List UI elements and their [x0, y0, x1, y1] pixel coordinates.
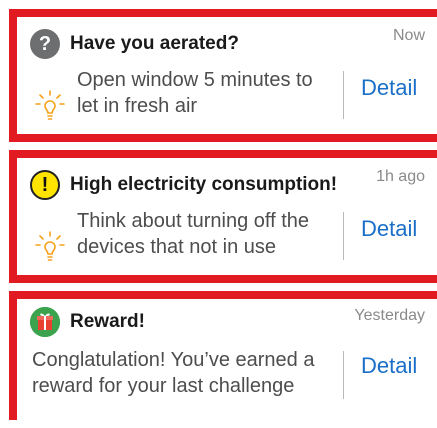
notification-card-aerate: ? Have you aerated? Now Open window 5 mi… — [9, 9, 437, 142]
notification-message: Open window 5 minutes to let in fresh ai… — [77, 69, 313, 117]
gift-icon — [30, 307, 60, 337]
question-icon: ? — [30, 29, 60, 59]
notification-title: Reward! — [70, 311, 145, 332]
notification-card-reward: Reward! Yesterday Conglatulation! You’ve… — [9, 291, 437, 420]
detail-link[interactable]: Detail — [361, 75, 417, 101]
notification-title: High electricity consumption! — [70, 174, 338, 195]
notification-header: ! High electricity consumption! — [30, 170, 337, 200]
lightbulb-icon — [35, 90, 65, 120]
detail-link[interactable]: Detail — [361, 216, 417, 242]
notification-header: Reward! — [30, 307, 145, 337]
notification-title: Have you aerated? — [70, 33, 239, 54]
notification-time: Now — [392, 27, 425, 44]
notification-card-electricity: ! High electricity consumption! 1h ago T… — [9, 150, 437, 283]
notification-message: Think about turning off the devices that… — [77, 210, 310, 258]
notification-time: Yesterday — [354, 307, 425, 324]
exclamation-icon: ! — [30, 170, 60, 200]
divider — [343, 212, 344, 260]
divider — [343, 71, 344, 119]
notification-header: ? Have you aerated? — [30, 29, 239, 59]
notification-message: Conglatulation! You’ve earned a reward f… — [32, 349, 315, 397]
notification-time: 1h ago — [376, 168, 425, 185]
divider — [343, 351, 344, 399]
notification-list: ? Have you aerated? Now Open window 5 mi… — [0, 0, 437, 428]
lightbulb-icon — [35, 231, 65, 261]
detail-link[interactable]: Detail — [361, 353, 417, 379]
